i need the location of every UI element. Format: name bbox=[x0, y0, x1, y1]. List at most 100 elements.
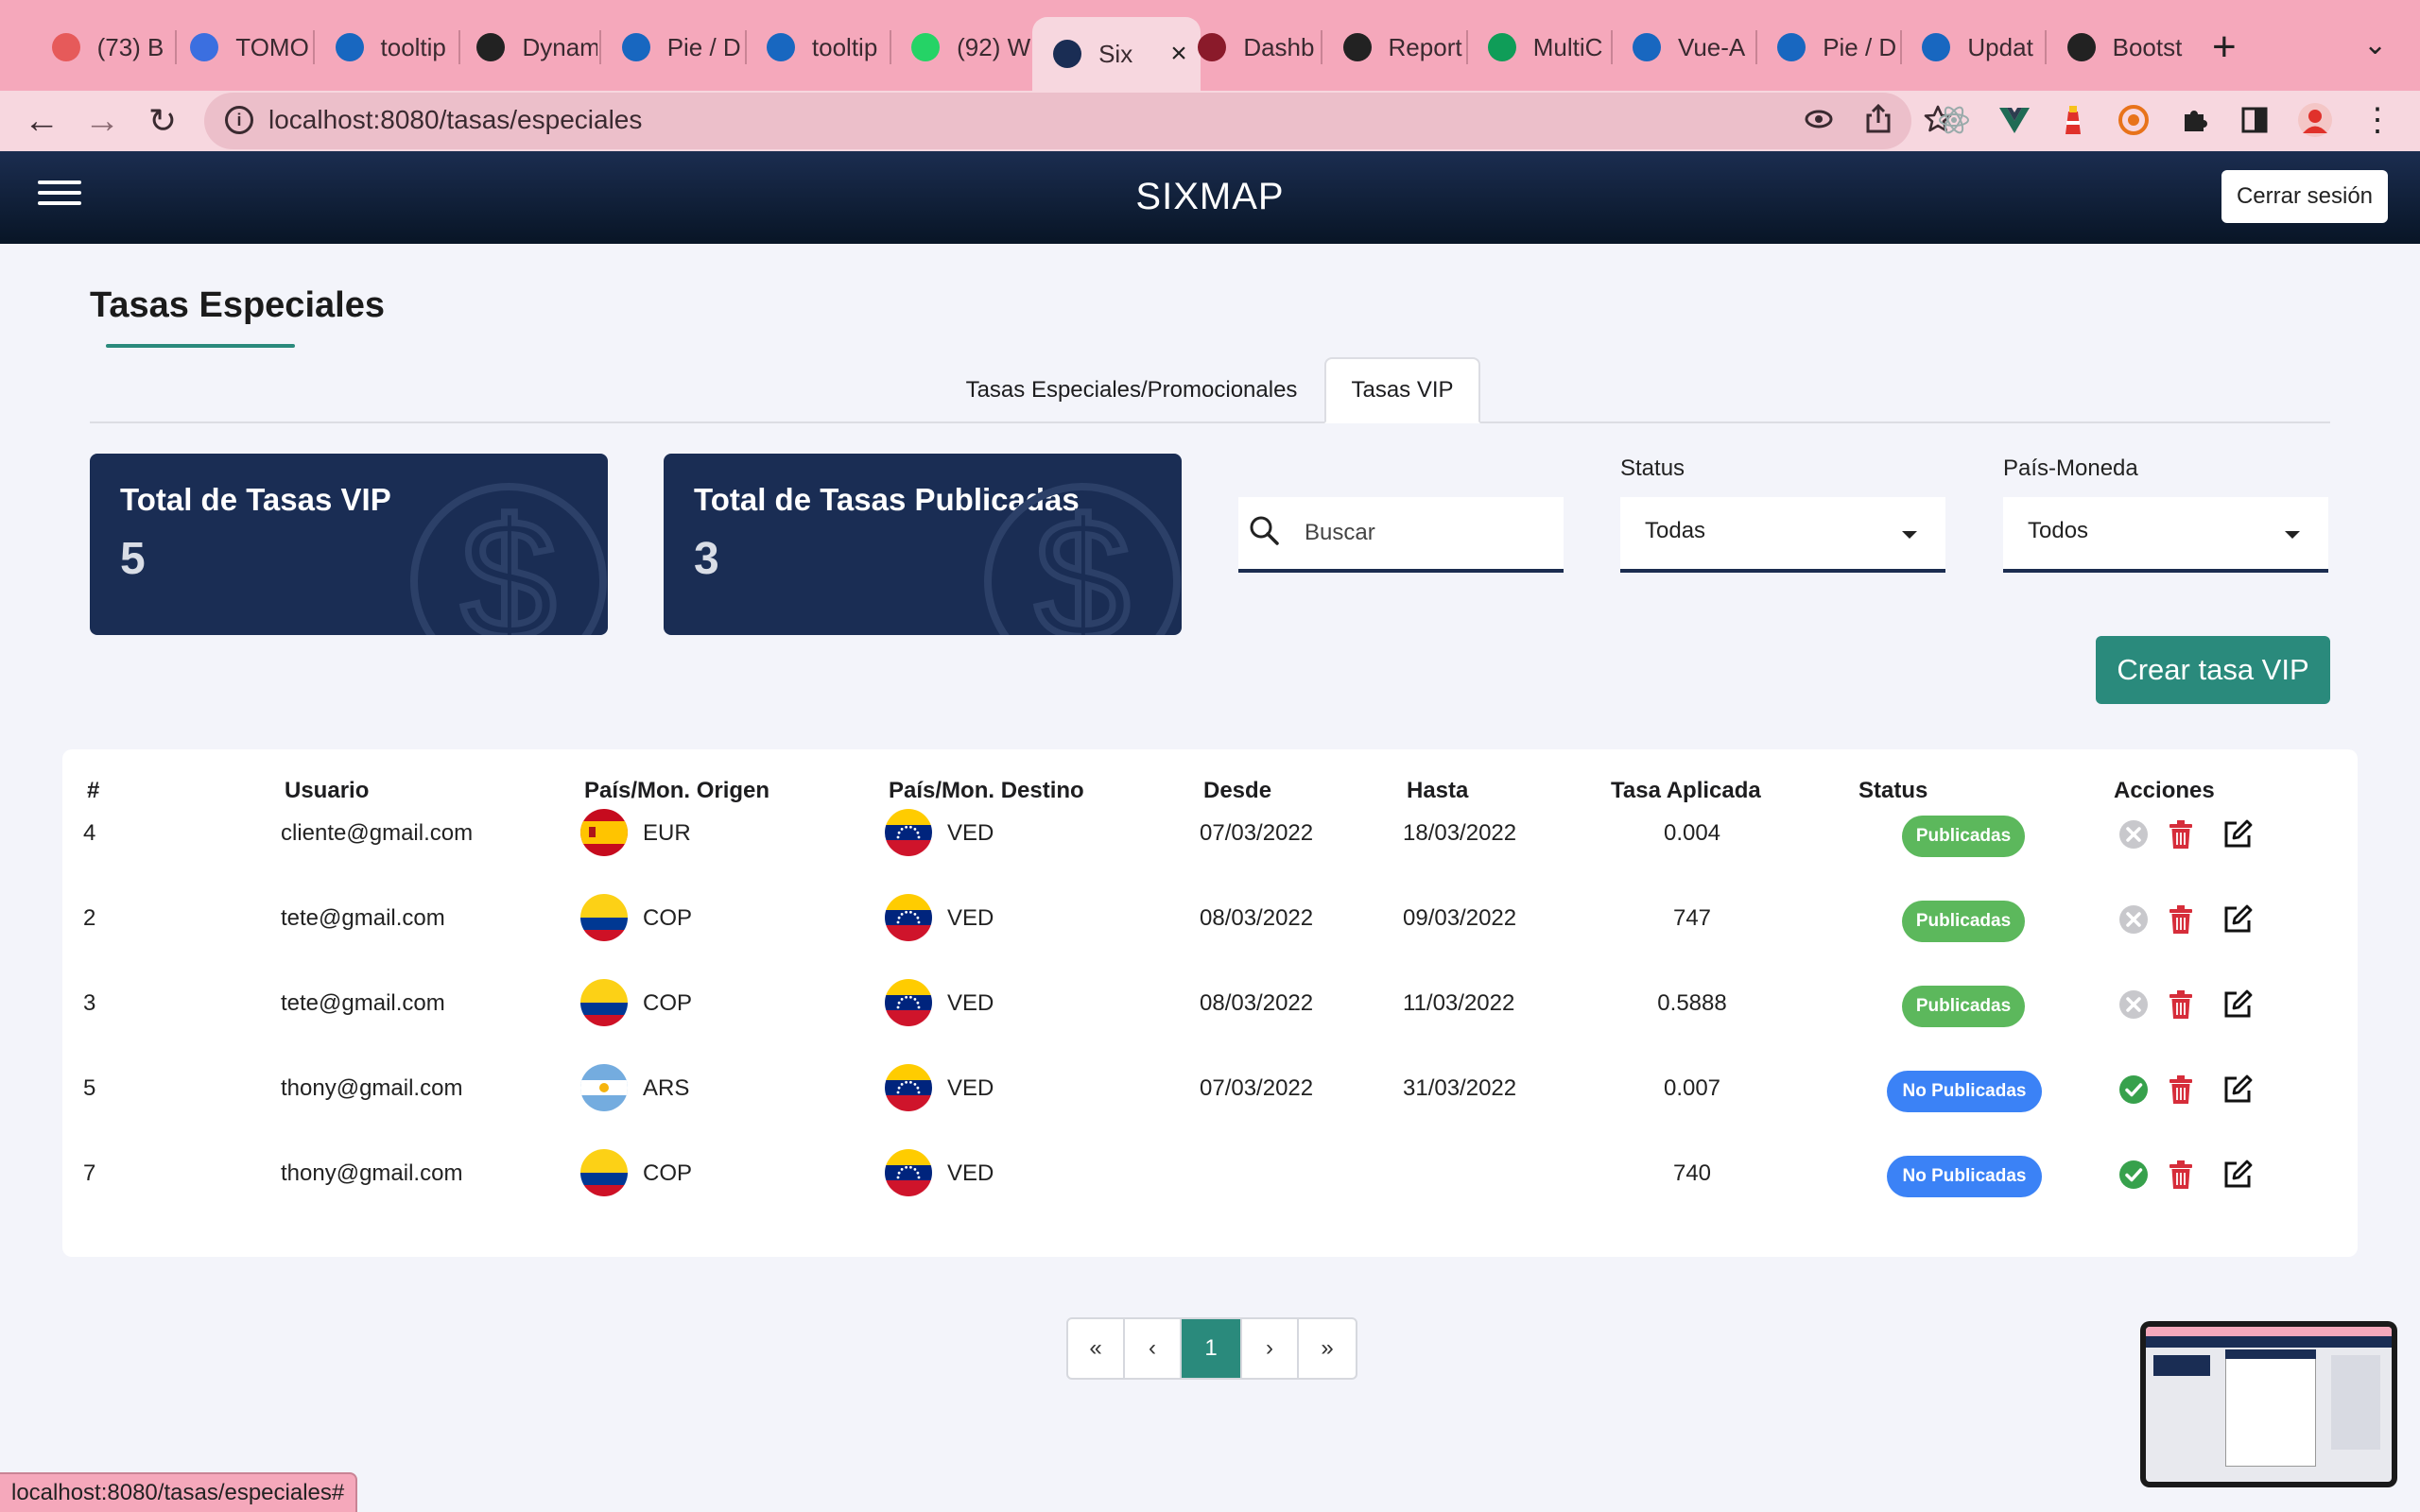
delete-trash-icon[interactable] bbox=[2165, 903, 2197, 936]
link-status-bubble: localhost:8080/tasas/especiales# bbox=[0, 1472, 358, 1512]
browser-tab[interactable]: Report bbox=[1322, 17, 1464, 77]
create-vip-rate-button[interactable]: Crear tasa VIP bbox=[2096, 636, 2330, 704]
sheets-icon bbox=[1487, 33, 1516, 61]
browser-tab-label: Vue-A bbox=[1677, 32, 1746, 61]
browser-tab[interactable]: (92) W bbox=[890, 17, 1032, 77]
browser-tab[interactable]: MultiC bbox=[1467, 17, 1609, 77]
venezuela-flag-icon bbox=[885, 1149, 932, 1196]
status-badge: No Publicadas bbox=[1887, 1071, 2042, 1112]
first-page-button[interactable]: « bbox=[1068, 1319, 1125, 1378]
status-filter-select[interactable]: Todas bbox=[1620, 497, 1945, 573]
browser-tab[interactable]: tooltip bbox=[746, 17, 888, 77]
share-icon[interactable] bbox=[1864, 103, 1893, 142]
browser-tab-label: Bootst bbox=[2112, 32, 2183, 61]
orange-circle-extension-icon[interactable] bbox=[2116, 102, 2152, 138]
browser-tab[interactable]: Dashb bbox=[1177, 17, 1319, 77]
address-bar[interactable]: i localhost:8080/tasas/especiales bbox=[204, 93, 1952, 149]
row-id-cell: 7 bbox=[83, 1160, 96, 1186]
browser-tab-strip: (73) B TOMO tooltip Dynam Pie / D tooltip (92)… bbox=[0, 0, 2420, 91]
eye-icon[interactable] bbox=[1804, 104, 1834, 142]
profile-avatar[interactable] bbox=[2297, 102, 2333, 138]
new-tab-plus-icon[interactable]: + bbox=[2212, 25, 2237, 70]
to-date-cell: 18/03/2022 bbox=[1403, 820, 1517, 846]
tab-search-chevron-icon[interactable]: ⌄ bbox=[2363, 28, 2387, 61]
vue-devtools-icon[interactable] bbox=[1996, 102, 2032, 138]
applied-rate-cell: 0.5888 bbox=[1657, 990, 1727, 1016]
lighthouse-icon[interactable] bbox=[2055, 102, 2091, 138]
country-currency-filter-value: Todos bbox=[2028, 518, 2089, 543]
venezuela-flag-icon bbox=[885, 809, 932, 856]
last-page-button[interactable]: » bbox=[1299, 1319, 1356, 1378]
logout-button[interactable]: Cerrar sesión bbox=[2221, 170, 2388, 223]
remesa-icon bbox=[1198, 33, 1227, 61]
browser-tab-label: (92) W bbox=[957, 32, 1031, 61]
app-brand: SIXMAP bbox=[1135, 176, 1285, 217]
address-url[interactable]: localhost:8080/tasas/especiales bbox=[268, 105, 642, 135]
edit-pencil-icon[interactable] bbox=[2221, 1159, 2254, 1191]
tab-special-promotional-rates[interactable]: Tasas Especiales/Promocionales bbox=[955, 357, 1308, 423]
status-badge: Publicadas bbox=[1902, 901, 2025, 942]
browser-tab[interactable]: Vue-A bbox=[1612, 17, 1754, 77]
smiley-icon bbox=[1342, 33, 1372, 61]
search-input[interactable] bbox=[1305, 510, 1550, 556]
user-email-cell: thony@gmail.com bbox=[281, 1160, 463, 1186]
react-devtools-icon[interactable] bbox=[1936, 102, 1972, 138]
browser-tab[interactable]: Six × bbox=[1032, 17, 1201, 91]
delete-trash-icon[interactable] bbox=[2165, 818, 2197, 850]
app-header: SIXMAP Cerrar sesión bbox=[0, 151, 2420, 244]
site-info-icon[interactable]: i bbox=[225, 106, 253, 134]
reload-icon[interactable]: ↻ bbox=[140, 98, 185, 144]
edit-pencil-icon[interactable] bbox=[2221, 903, 2254, 936]
browser-tab[interactable]: Pie / D bbox=[1756, 17, 1898, 77]
applied-rate-cell: 747 bbox=[1672, 905, 1712, 931]
vuetify-icon bbox=[1922, 33, 1951, 61]
edit-pencil-icon[interactable] bbox=[2221, 988, 2254, 1021]
origin-currency-cell: EUR bbox=[643, 820, 691, 846]
browser-tab-label: Dashb bbox=[1243, 32, 1315, 61]
globe-icon bbox=[2066, 33, 2096, 61]
applied-rate-cell: 740 bbox=[1672, 1160, 1712, 1186]
browser-tab[interactable]: (73) B bbox=[31, 17, 173, 77]
browser-tab[interactable]: TOMO bbox=[169, 17, 311, 77]
country-currency-filter-label: País-Moneda bbox=[2003, 455, 2138, 481]
browser-tab[interactable]: Pie / D bbox=[601, 17, 743, 77]
publish-check-icon[interactable] bbox=[2118, 1074, 2150, 1106]
tab-vip-rates[interactable]: Tasas VIP bbox=[1324, 357, 1480, 423]
user-email-cell: tete@gmail.com bbox=[281, 905, 445, 931]
browser-tab[interactable]: Bootst bbox=[2047, 17, 2188, 77]
pagination: « ‹ 1 › » bbox=[1066, 1317, 1357, 1380]
previous-page-button[interactable]: ‹ bbox=[1125, 1319, 1182, 1378]
vuetify-icon bbox=[1632, 33, 1661, 61]
table-row: 4 cliente@gmail.com EUR VED 07/03/2022 18/03/… bbox=[62, 792, 2358, 877]
delete-trash-icon[interactable] bbox=[2165, 1159, 2197, 1191]
sixmap-icon bbox=[1053, 40, 1082, 68]
unpublish-x-icon[interactable] bbox=[2118, 988, 2150, 1021]
unpublish-x-icon[interactable] bbox=[2118, 903, 2150, 936]
browser-tab-label: tooltip bbox=[380, 32, 446, 61]
unpublish-x-icon[interactable] bbox=[2118, 818, 2150, 850]
next-page-button[interactable]: › bbox=[1242, 1319, 1299, 1378]
forward-arrow-icon[interactable]: → bbox=[79, 98, 125, 144]
edit-pencil-icon[interactable] bbox=[2221, 1074, 2254, 1106]
browser-menu-icon[interactable]: ⋮ bbox=[2360, 102, 2395, 138]
spain-flag-icon bbox=[580, 809, 628, 856]
edit-pencil-icon[interactable] bbox=[2221, 818, 2254, 850]
delete-trash-icon[interactable] bbox=[2165, 1074, 2197, 1106]
delete-trash-icon[interactable] bbox=[2165, 988, 2197, 1021]
picture-in-picture-preview[interactable] bbox=[2140, 1321, 2397, 1487]
browser-tab[interactable]: Dynam bbox=[456, 17, 597, 77]
from-date-cell: 08/03/2022 bbox=[1200, 905, 1314, 931]
search-field[interactable] bbox=[1238, 497, 1564, 573]
page-1-button[interactable]: 1 bbox=[1182, 1319, 1242, 1378]
browser-tab[interactable]: Updat bbox=[1901, 17, 2043, 77]
browser-tab[interactable]: tooltip bbox=[315, 17, 457, 77]
country-currency-filter-select[interactable]: Todos bbox=[2003, 497, 2328, 573]
publish-check-icon[interactable] bbox=[2118, 1159, 2150, 1191]
side-panel-icon[interactable] bbox=[2237, 102, 2273, 138]
back-arrow-icon[interactable]: ← bbox=[19, 98, 64, 144]
destination-currency-cell: VED bbox=[947, 905, 994, 931]
browser-tab-label: Report bbox=[1388, 32, 1462, 61]
colombia-flag-icon bbox=[580, 1149, 628, 1196]
puzzle-extensions-icon[interactable] bbox=[2176, 102, 2212, 138]
user-email-cell: cliente@gmail.com bbox=[281, 820, 474, 846]
